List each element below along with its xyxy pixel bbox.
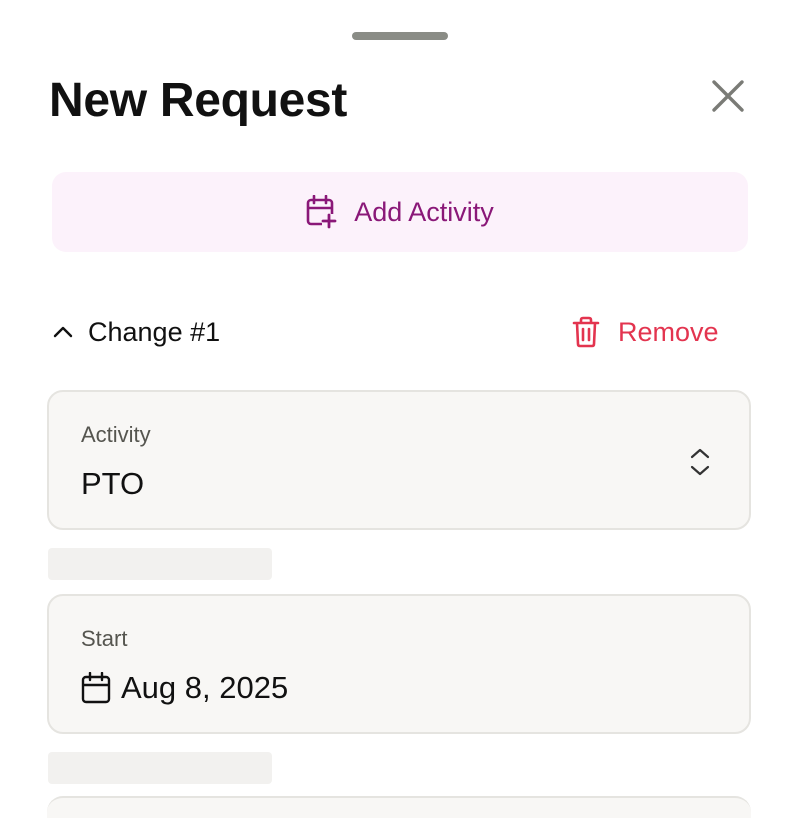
chevron-up-icon [53, 326, 73, 338]
activity-select[interactable]: Activity PTO [47, 390, 751, 530]
remove-label: Remove [618, 316, 719, 347]
change-title: Change #1 [88, 316, 221, 347]
next-field-card[interactable] [47, 796, 751, 818]
trash-icon [572, 316, 600, 348]
activity-field-value: PTO [81, 466, 145, 501]
start-field-label: Start [81, 626, 128, 651]
sheet-drag-handle[interactable] [352, 32, 448, 40]
remove-change-button[interactable]: Remove [570, 304, 719, 360]
close-button[interactable] [706, 74, 750, 118]
change-section-toggle[interactable]: Change #1 [50, 304, 220, 360]
start-date-value: Aug 8, 2025 [121, 670, 289, 705]
add-activity-button[interactable]: Add Activity [52, 172, 748, 252]
close-icon [712, 80, 744, 112]
calendar-plus-icon [306, 195, 337, 229]
chevron-up-down-icon [690, 448, 710, 476]
start-date-field[interactable]: Start Aug 8, 2025 [47, 594, 751, 734]
add-activity-label: Add Activity [354, 196, 494, 227]
loading-placeholder [48, 752, 272, 784]
start-field-value-row: Aug 8, 2025 [81, 670, 288, 706]
loading-placeholder [48, 548, 272, 580]
calendar-icon [81, 672, 111, 704]
page-title: New Request [49, 74, 348, 127]
activity-field-label: Activity [81, 422, 151, 447]
